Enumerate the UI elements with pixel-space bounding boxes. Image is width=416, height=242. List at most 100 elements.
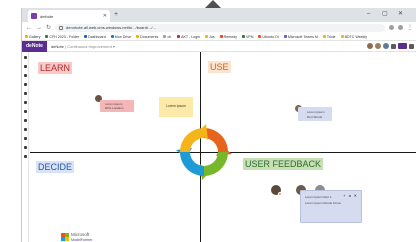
bookmark-item[interactable]: VPN [242, 35, 253, 39]
pointer-icon[interactable] [24, 56, 27, 59]
browser-tab[interactable]: dethóte ✕ [28, 10, 110, 22]
address-bar[interactable]: dennhote.all.web.cms.windows.net/b/.../b… [55, 23, 385, 32]
grid-icon[interactable] [24, 119, 27, 122]
bookmark-item[interactable]: Remedy [219, 34, 238, 39]
bookmark-label: AKT - Login [181, 34, 201, 39]
sticky-icon[interactable] [24, 74, 27, 77]
sticky-note-blue[interactable]: Lorem Ipsum Dert Words [298, 107, 332, 121]
whiteboard-canvas[interactable]: LEARN USE DECIDE USER FEEDBACK Lorem ips… [30, 52, 416, 242]
bookmark-label: Mon Drive [114, 34, 132, 39]
bookmark-icon [340, 35, 344, 38]
profile-icon[interactable] [398, 25, 403, 30]
sticky-note-red[interactable]: Lorem ipsum DFG Location [100, 100, 134, 112]
favicon-icon [31, 13, 37, 19]
bookmark-item[interactable]: CFH 2023 - Folder [45, 35, 79, 39]
bookmark-icon [177, 35, 181, 38]
bookmark-icon [110, 35, 114, 38]
reload-icon[interactable]: ↻ [46, 25, 51, 31]
sticky-text: Lorem Ipsum [166, 104, 186, 108]
maximize-icon[interactable]: ▢ [382, 11, 388, 17]
bookmark-icon [258, 35, 262, 38]
bookmark-item[interactable]: Ubuntu OI [258, 34, 279, 39]
sticky-note-blue-selected[interactable]: + ◂ ✕ Lorem Ipsum Dert 1 Lorem Ipsum Dor… [300, 190, 362, 223]
collaborator-avatar[interactable] [375, 43, 381, 49]
bookmark-item[interactable]: Gallery [25, 35, 40, 39]
board-subtitle: | Continuous Improvement ▾ [64, 43, 115, 49]
bookmark-icon [163, 35, 167, 38]
bookmark-label: Jos [209, 34, 215, 39]
minimize-icon[interactable]: – [367, 11, 370, 17]
bookmark-label: Documents [140, 34, 159, 39]
bookmark-item[interactable]: Microsoft Teams M [283, 34, 318, 39]
bookmark-label: Remedy [223, 34, 238, 39]
bookmark-label: CFH 2023 - Folder [49, 34, 80, 39]
bookmark-icon [84, 35, 88, 38]
bookmark-label: Ubuntu OI [262, 34, 279, 39]
close-window-icon[interactable]: ✕ [398, 11, 403, 17]
app-header: deNote deNote | Continuous Improvement ▾ [22, 40, 416, 52]
bookmark-item[interactable]: Documents [136, 35, 158, 39]
vote-icon[interactable] [24, 137, 27, 140]
bookmark-item[interactable]: Jos [205, 35, 215, 39]
collaborator-avatar[interactable] [367, 43, 373, 49]
bookmark-icon [219, 35, 223, 38]
bookmark-item[interactable]: Mon Drive [110, 34, 132, 39]
bookmark-label: Microsoft Teams M [287, 34, 318, 39]
bookmark-item[interactable]: Trixie [322, 35, 336, 39]
collaborator-avatar[interactable] [383, 43, 389, 49]
bookmark-icon [136, 35, 140, 38]
left-toolbar [22, 52, 29, 242]
template-icon[interactable] [24, 110, 27, 113]
quadrant-label-decide[interactable]: DECIDE [36, 161, 75, 173]
text-icon[interactable] [24, 92, 27, 95]
quadrant-label-user-feedback[interactable]: USER FEEDBACK [243, 158, 324, 170]
app-name[interactable]: deNote [22, 40, 47, 52]
microsoft-grid-icon [61, 233, 69, 241]
comment-icon[interactable] [24, 128, 27, 131]
lock-icon [59, 25, 64, 30]
avatar[interactable] [270, 184, 282, 196]
board-title[interactable]: deNote | Continuous Improvement ▾ [47, 44, 115, 49]
bookmark-icon [322, 35, 326, 38]
screenshot-stage: dethóte ✕ + – ▢ ✕ ← → ↻ dennhote.all.web… [0, 0, 416, 242]
bookmark-label: BDTC Weekly [344, 34, 368, 39]
bookmark-label: ch. [167, 34, 173, 39]
bookmark-icon [205, 35, 209, 38]
tab-strip: dethóte ✕ + – ▢ ✕ [22, 8, 416, 22]
new-tab-icon[interactable]: + [114, 11, 118, 18]
logo-line2: ModelFormer [71, 237, 93, 242]
settings-icon[interactable] [24, 155, 27, 158]
tab-title: dethóte [40, 13, 54, 19]
browser-window: dethóte ✕ + – ▢ ✕ ← → ↻ dennhote.all.web… [21, 8, 416, 242]
bookmark-item[interactable]: AKT - Login [177, 35, 200, 39]
bookmark-label: Gallery [29, 34, 41, 39]
bookmark-icon [242, 35, 246, 38]
image-icon[interactable] [24, 101, 27, 104]
close-tab-icon[interactable]: ✕ [103, 13, 107, 19]
shape-icon[interactable] [24, 83, 27, 86]
pen-icon[interactable] [24, 65, 27, 68]
settings-icon[interactable] [391, 43, 396, 49]
logo-text: Microsoft ModelFormer [71, 232, 93, 242]
more-icon[interactable] [409, 43, 414, 49]
quadrant-label-learn[interactable]: LEARN [38, 62, 73, 74]
quadrant-label-use[interactable]: USE [208, 61, 231, 73]
sticky-note-yellow[interactable]: Lorem Ipsum [159, 97, 193, 117]
bookmarks-bar: Gallery CFH 2023 - Folder Dashboard Mon Dri… [22, 33, 416, 41]
timer-icon[interactable] [24, 146, 27, 149]
back-icon[interactable]: ← [26, 25, 32, 31]
url-text: dennhote.all.web.cms.windows.net/b/.../b… [66, 25, 156, 30]
browser-toolbar: ← → ↻ dennhote.all.web.cms.windows.net/b… [22, 22, 416, 33]
card-line: Lorem Ipsum Dorsal Intime [305, 201, 342, 205]
bookmark-item[interactable]: ch. [163, 35, 172, 39]
bookmark-item[interactable]: Dashboard [84, 35, 106, 39]
card-line: Lorem Ipsum [307, 110, 325, 114]
card-toolbar[interactable]: + ◂ ✕ [343, 193, 358, 198]
menu-dots-icon[interactable]: ⋮ [407, 25, 413, 31]
forward-icon[interactable]: → [36, 25, 42, 31]
extension-icon[interactable] [389, 25, 394, 30]
logo-line1: Microsoft [71, 232, 90, 237]
card-line: Lorem Ipsum Dert 1 [305, 195, 332, 199]
bookmark-item[interactable]: BDTC Weekly [340, 34, 368, 39]
share-button[interactable] [398, 43, 407, 49]
